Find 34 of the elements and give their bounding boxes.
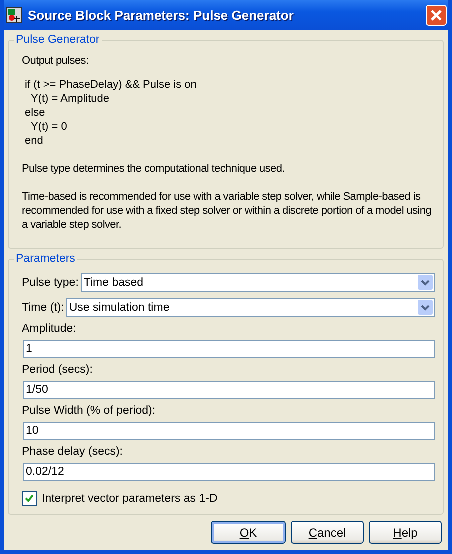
checkbox[interactable] bbox=[22, 491, 37, 506]
block-icon bbox=[6, 7, 22, 23]
input-field[interactable]: 0.02/12 bbox=[23, 463, 435, 481]
description-text: Time-based is recommended for use with a variable step solver, while Sample-based is recommended for use with a fixed step solver or within a discrete portion of a model using a variable step solver. bbox=[22, 190, 433, 232]
field-label: Amplitude: bbox=[22, 323, 78, 335]
field-label: Phase delay (secs): bbox=[22, 446, 124, 458]
chevron-down-icon bbox=[421, 304, 430, 310]
dialog-button[interactable]: Help bbox=[369, 521, 442, 544]
code-line: if (t >= PhaseDelay) && Pulse is on bbox=[24, 78, 198, 92]
dropdown[interactable]: Use simulation time bbox=[66, 298, 435, 317]
field-label: Pulse type: bbox=[22, 276, 79, 288]
close-button[interactable] bbox=[426, 4, 447, 26]
group-title: Pulse Generator bbox=[15, 34, 101, 46]
dialog-button[interactable]: Cancel bbox=[291, 521, 364, 544]
field-label: Time (t): bbox=[22, 302, 64, 314]
input-field[interactable]: 10 bbox=[23, 422, 435, 440]
description-text: Pulse type determines the computational technique used. bbox=[22, 162, 286, 176]
input-field[interactable]: 1/50 bbox=[23, 381, 435, 399]
close-icon bbox=[430, 8, 443, 22]
input-field[interactable]: 1 bbox=[23, 340, 435, 358]
field-label: Period (secs): bbox=[22, 364, 94, 376]
group-title: Parameters bbox=[15, 253, 76, 265]
code-line: end bbox=[24, 134, 44, 148]
chevron-down-icon bbox=[421, 280, 430, 286]
dialog-button[interactable]: OK bbox=[211, 521, 286, 544]
code-line: else bbox=[24, 106, 46, 120]
window-title: Source Block Parameters: Pulse Generator bbox=[28, 8, 295, 22]
field-label: Pulse Width (% of period): bbox=[22, 405, 157, 417]
dropdown[interactable]: Time based bbox=[80, 273, 435, 292]
code-line: Y(t) = Amplitude bbox=[30, 92, 111, 106]
checkmark-icon bbox=[25, 494, 34, 503]
code-line: Y(t) = 0 bbox=[30, 120, 68, 134]
checkbox-label: Interpret vector parameters as 1-D bbox=[42, 492, 218, 504]
description-text: Output pulses: bbox=[22, 54, 90, 68]
